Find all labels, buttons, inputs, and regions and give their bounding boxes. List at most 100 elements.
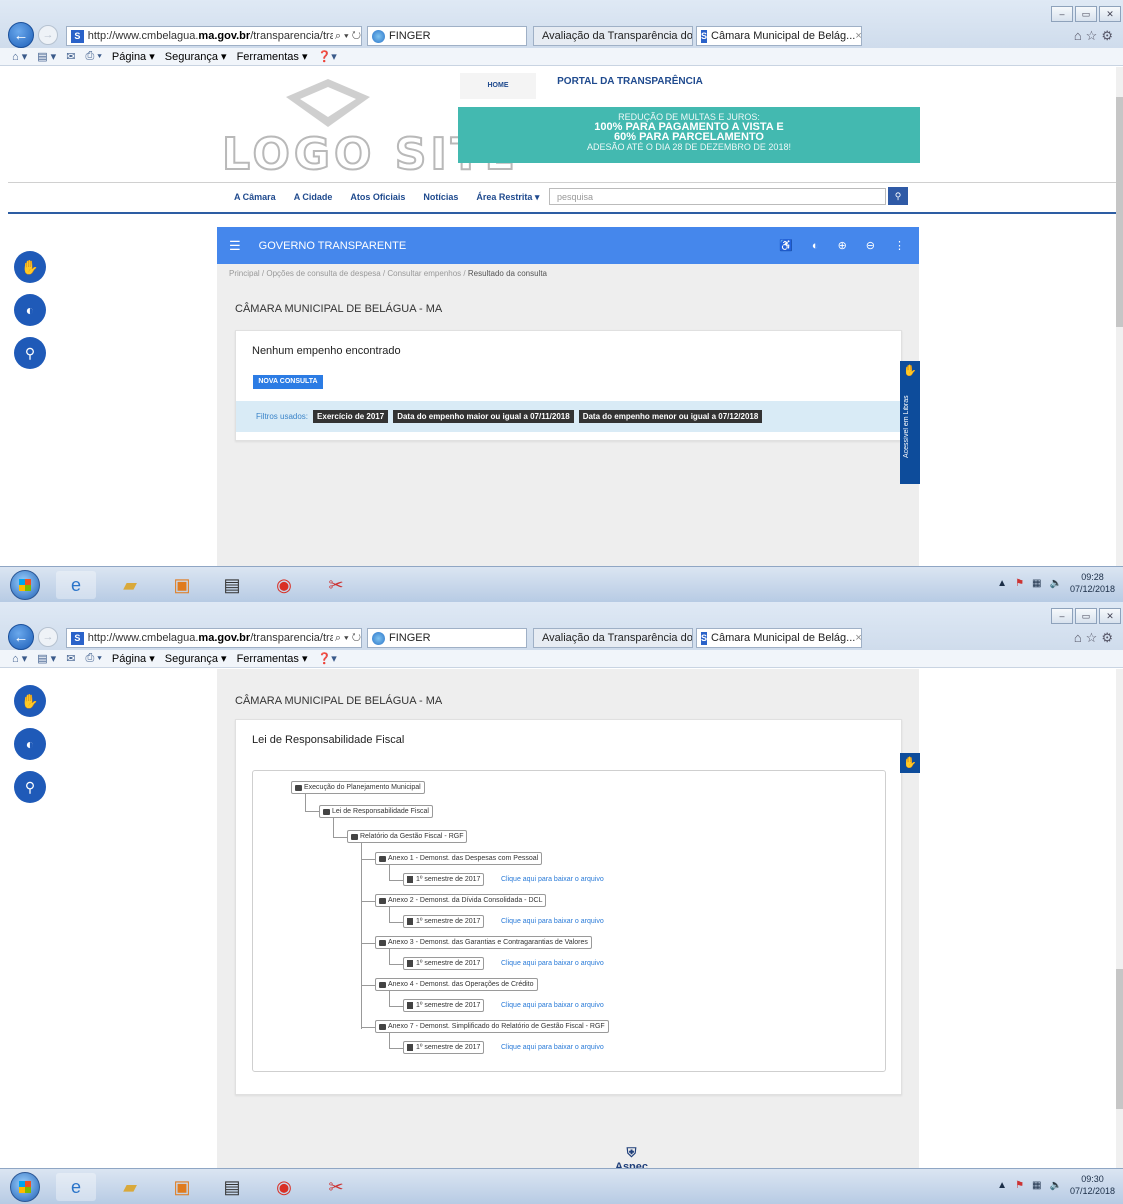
home-star-gear-icons[interactable]: ⌂☆⚙ [1074, 28, 1117, 44]
nav-area-restrita[interactable]: Área Restrita ▾ [476, 192, 539, 203]
mail-icon[interactable]: ✉ [66, 50, 75, 63]
zoom-icon[interactable]: ⚲ [14, 337, 46, 369]
start-button[interactable] [10, 1172, 40, 1202]
tree-node-root[interactable]: Execução do Planejamento Municipal [291, 781, 425, 794]
address-bar[interactable]: S http://www.cmbelagua.ma.gov.br/transpa… [66, 26, 362, 46]
maximize-button[interactable]: ▭ [1075, 608, 1097, 624]
tool-taskbar-icon[interactable]: ✂ [316, 1173, 356, 1201]
scroll-thumb[interactable] [1116, 969, 1123, 1109]
tab-camara[interactable]: S Câmara Municipal de Belág... × [696, 628, 862, 648]
explorer-taskbar-icon[interactable]: ▰ [110, 1173, 150, 1201]
network-icon[interactable]: ▦ [1032, 1180, 1041, 1191]
tree-node-annex[interactable]: Anexo 7 - Demonst. Simplificado do Relat… [375, 1020, 609, 1033]
menu-pagina[interactable]: Página ▾ [112, 50, 155, 63]
nav-atos-oficiais[interactable]: Atos Oficiais [350, 192, 405, 203]
forward-button[interactable]: → [38, 627, 58, 647]
menu-seguranca[interactable]: Segurança ▾ [165, 50, 227, 63]
help-icon[interactable]: ❓▾ [318, 652, 337, 665]
help-icon[interactable]: ❓▾ [318, 50, 337, 63]
clock[interactable]: 09:30 07/12/2018 [1070, 1173, 1115, 1197]
media-taskbar-icon[interactable]: ▣ [162, 571, 202, 599]
network-icon[interactable]: ▦ [1032, 578, 1041, 589]
zoom-icon[interactable]: ⚲ [14, 771, 46, 803]
minimize-button[interactable]: – [1051, 6, 1073, 22]
menu-seguranca[interactable]: Segurança ▾ [165, 652, 227, 665]
page-scrollbar[interactable] [1116, 669, 1123, 1169]
contrast-icon[interactable]: ◐ [812, 240, 819, 252]
tray-arrow-icon[interactable]: ▲ [997, 578, 1007, 589]
writer-taskbar-icon[interactable]: ▤ [212, 1173, 252, 1201]
flag-icon[interactable]: ⚑ [1015, 578, 1024, 589]
close-button[interactable]: ✕ [1099, 608, 1121, 624]
zoom-in-icon[interactable]: ⊕ [838, 239, 847, 252]
tab-avaliacao[interactable]: Avaliação da Transparência do... [533, 26, 693, 46]
home-star-gear-icons[interactable]: ⌂☆⚙ [1074, 630, 1117, 646]
chrome-taskbar-icon[interactable]: ◉ [264, 1173, 304, 1201]
tab-finger[interactable]: FINGER [367, 628, 527, 648]
tree-node-annex[interactable]: Anexo 3 - Demonst. das Garantias e Contr… [375, 936, 592, 949]
more-icon[interactable]: ⋮ [894, 239, 905, 252]
accessibility-icon[interactable]: ♿ [779, 239, 793, 252]
zoom-out-icon[interactable]: ⊖ [866, 239, 875, 252]
forward-button[interactable]: → [38, 25, 58, 45]
menu-pagina[interactable]: Página ▾ [112, 652, 155, 665]
download-link[interactable]: Clique aqui para baixar o arquivo [501, 918, 604, 925]
address-bar[interactable]: S http://www.cmbelagua.ma.gov.br/transpa… [66, 628, 362, 648]
tray-arrow-icon[interactable]: ▲ [997, 1180, 1007, 1191]
clock[interactable]: 09:28 07/12/2018 [1070, 571, 1115, 595]
print-icon[interactable]: ⎙ ▾ [85, 652, 101, 665]
tool-taskbar-icon[interactable]: ✂ [316, 571, 356, 599]
download-link[interactable]: Clique aqui para baixar o arquivo [501, 876, 604, 883]
nav-portal-link[interactable]: PORTAL DA TRANSPARÊNCIA [537, 73, 723, 99]
menu-ferramentas[interactable]: Ferramentas ▾ [237, 652, 308, 665]
search-refresh-icon[interactable]: ⌕ ▾ ↻ [335, 632, 361, 645]
download-link[interactable]: Clique aqui para baixar o arquivo [501, 1002, 604, 1009]
download-link[interactable]: Clique aqui para baixar o arquivo [501, 960, 604, 967]
home-icon[interactable]: ⌂ ▾ [12, 652, 27, 665]
ie-taskbar-icon[interactable]: e [56, 571, 96, 599]
tree-node-annex[interactable]: Anexo 2 - Demonst. da Dívida Consolidada… [375, 894, 547, 907]
volume-icon[interactable]: 🔈 [1050, 578, 1062, 589]
breadcrumb-item[interactable]: Consultar empenhos [387, 269, 461, 278]
tab-avaliacao[interactable]: Avaliação da Transparência do... [533, 628, 693, 648]
volume-icon[interactable]: 🔈 [1050, 1180, 1062, 1191]
nav-home-link[interactable]: HOME [460, 73, 536, 99]
scroll-thumb[interactable] [1116, 97, 1123, 327]
tree-node-rgf[interactable]: Relatório da Gestão Fiscal - RGF [347, 830, 468, 843]
mail-icon[interactable]: ✉ [66, 652, 75, 665]
home-icon[interactable]: ⌂ ▾ [12, 50, 27, 63]
nav-a-cidade[interactable]: A Cidade [294, 192, 333, 203]
flag-icon[interactable]: ⚑ [1015, 1180, 1024, 1191]
minimize-button[interactable]: – [1051, 608, 1073, 624]
new-query-button[interactable]: NOVA CONSULTA [253, 375, 323, 389]
vlibras-widget[interactable]: ✋ [900, 753, 920, 773]
vlibras-widget[interactable]: ✋ Acessível em Libras [900, 361, 920, 484]
ie-taskbar-icon[interactable]: e [56, 1173, 96, 1201]
media-taskbar-icon[interactable]: ▣ [162, 1173, 202, 1201]
close-tab-icon[interactable]: × [855, 632, 861, 644]
download-link[interactable]: Clique aqui para baixar o arquivo [501, 1044, 604, 1051]
nav-noticias[interactable]: Notícias [423, 192, 458, 203]
libras-hand-icon[interactable]: ✋ [14, 251, 46, 283]
breadcrumb-item[interactable]: Opções de consulta de despesa [266, 269, 380, 278]
feeds-icon[interactable]: ▤ ▾ [37, 50, 56, 63]
contrast-icon[interactable]: ◐ [14, 728, 46, 760]
search-refresh-icon[interactable]: ⌕ ▾ ↻ [335, 30, 361, 43]
breadcrumb-item[interactable]: Principal [229, 269, 260, 278]
nav-a-camara[interactable]: A Câmara [234, 192, 276, 203]
print-icon[interactable]: ⎙ ▾ [85, 50, 101, 63]
start-button[interactable] [10, 570, 40, 600]
back-button[interactable]: ← [8, 624, 34, 650]
tree-node-lrf[interactable]: Lei de Responsabilidade Fiscal [319, 805, 433, 818]
page-scrollbar[interactable] [1116, 67, 1123, 567]
contrast-icon[interactable]: ◐ [14, 294, 46, 326]
search-button[interactable]: ⚲ [888, 187, 908, 205]
writer-taskbar-icon[interactable]: ▤ [212, 571, 252, 599]
search-input[interactable]: pesquisa [549, 188, 886, 205]
menu-ferramentas[interactable]: Ferramentas ▾ [237, 50, 308, 63]
tree-node-annex[interactable]: Anexo 4 - Demonst. das Operações de Créd… [375, 978, 538, 991]
back-button[interactable]: ← [8, 22, 34, 48]
explorer-taskbar-icon[interactable]: ▰ [110, 571, 150, 599]
tree-node-annex[interactable]: Anexo 1 - Demonst. das Despesas com Pess… [375, 852, 543, 865]
menu-icon[interactable]: ☰ [229, 238, 241, 254]
